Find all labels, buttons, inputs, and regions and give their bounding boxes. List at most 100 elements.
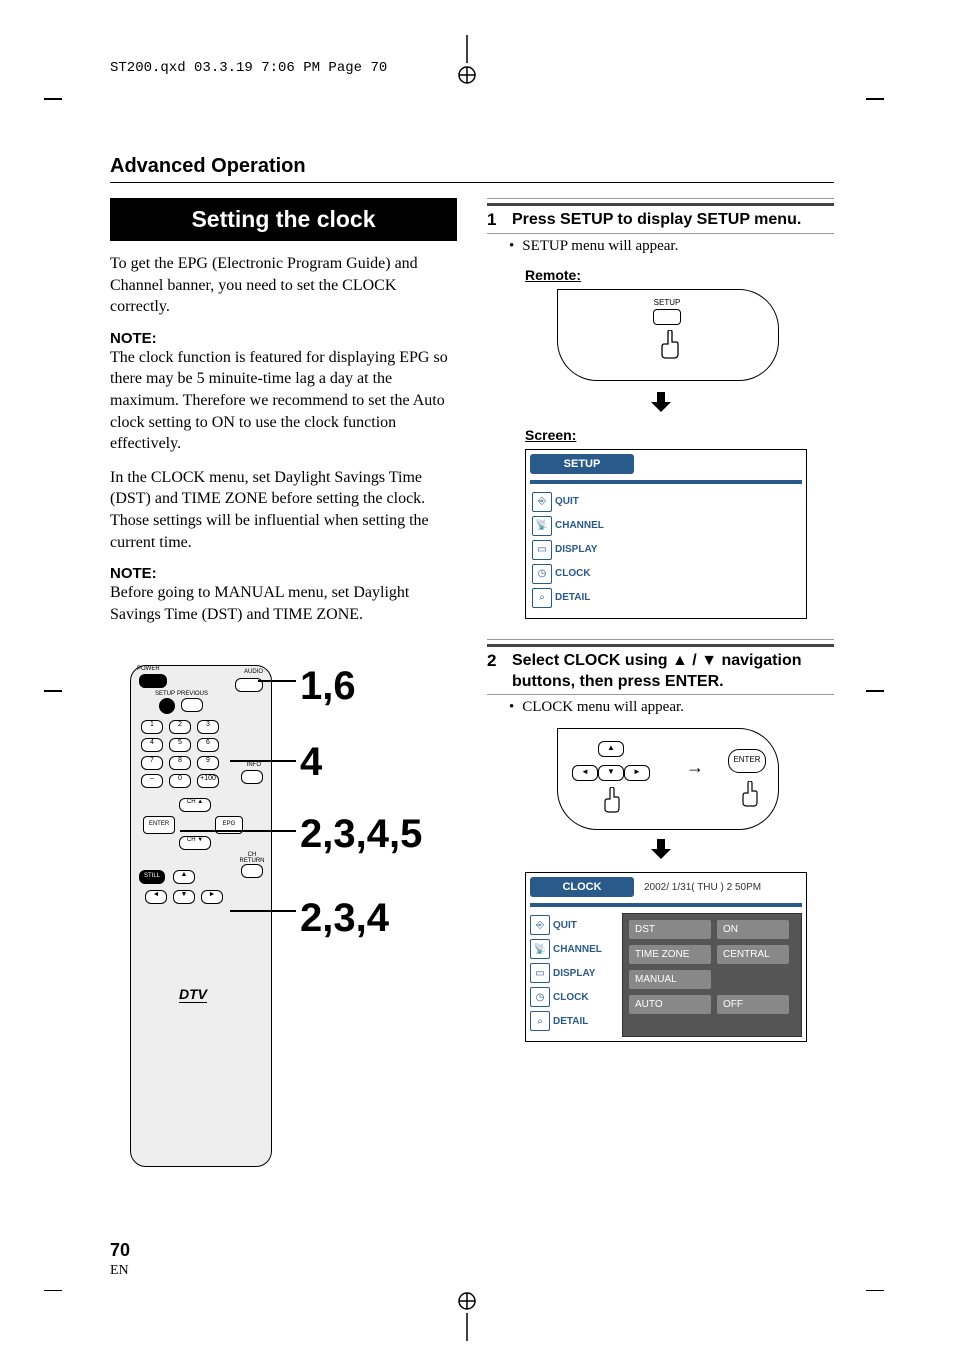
clock-menu-column: ⎆QUIT 📡CHANNEL ▭DISPLAY ◷CLOCK ⌕DETAIL — [526, 909, 622, 1041]
menu-item-quit: ⎆QUIT — [532, 492, 800, 512]
num-6: 6 — [197, 738, 219, 752]
previous-button — [181, 698, 203, 712]
ch-up: CH ▲ — [179, 798, 211, 812]
title-underline — [110, 182, 834, 183]
right-arrow-icon: → — [686, 757, 704, 778]
num-3: 3 — [197, 720, 219, 734]
intro-text: To get the EPG (Electronic Program Guide… — [110, 253, 457, 318]
dpad-down-btn: ▼ — [173, 890, 195, 904]
note2-body: Before going to MANUAL menu, set Dayligh… — [110, 582, 457, 625]
step2-bullet-text: CLOCK menu will appear. — [522, 699, 684, 716]
step2-text: Select CLOCK using ▲ / ▼ navigation butt… — [512, 651, 834, 693]
still-button: STILL — [139, 870, 165, 884]
setup-button-illus: SETUP — [653, 298, 681, 325]
section-title: Advanced Operation — [110, 155, 306, 178]
note1-body: The clock function is featured for displ… — [110, 347, 457, 455]
clock-row-timezone: TIME ZONECENTRAL — [629, 945, 795, 964]
dpad-down: ▼ — [598, 765, 624, 781]
num-2: 2 — [169, 720, 191, 734]
step1-text: Press SETUP to display SETUP menu. — [512, 210, 801, 231]
num-7: 7 — [141, 756, 163, 770]
step2-bullet: • CLOCK menu will appear. — [509, 699, 834, 716]
dpad-up-btn: ▲ — [173, 870, 195, 884]
num-5: 5 — [169, 738, 191, 752]
magnifier-icon: ⌕ — [532, 588, 552, 608]
note-label-2: NOTE: — [110, 565, 457, 582]
pointing-hand-icon — [658, 330, 682, 367]
step2-header: 2 Select CLOCK using ▲ / ▼ navigation bu… — [487, 639, 834, 696]
clock-row-manual: MANUAL — [629, 970, 795, 989]
screen-label: Screen: — [525, 427, 834, 443]
clock-row-auto: AUTOOFF — [629, 995, 795, 1014]
enter-button-illus: ENTER — [728, 749, 766, 773]
screen-tab-clock: CLOCK — [530, 877, 634, 897]
pointing-hand-icon — [740, 781, 760, 812]
remote-label: Remote: — [525, 267, 834, 283]
callout-1-6: 1,6 — [300, 664, 356, 709]
menu-item-quit: ⎆QUIT — [530, 915, 618, 935]
num-1: 1 — [141, 720, 163, 734]
step1-bullet-text: SETUP menu will appear. — [522, 238, 678, 255]
enter-button: ENTER — [143, 816, 175, 834]
setup-screen-mockup: SETUP ⎆QUIT 📡CHANNEL ▭DISPLAY ◷CLOCK ⌕DE… — [525, 449, 807, 619]
clock-header-text: 2002/ 1/31( THU ) 2 50PM — [644, 882, 761, 893]
ch-down: CH ▼ — [179, 836, 211, 850]
power-button — [139, 674, 167, 688]
full-remote-diagram: POWER AUDIO SETUP PREVIOUS 1 2 3 4 5 6 7… — [130, 665, 272, 1167]
power-label: POWER — [137, 666, 160, 672]
menu-item-channel: 📡CHANNEL — [532, 516, 800, 536]
step1-bullet: • SETUP menu will appear. — [509, 238, 834, 255]
menu-item-clock: ◷CLOCK — [532, 564, 800, 584]
menu-item-display: ▭DISPLAY — [530, 963, 618, 983]
menu-item-display: ▭DISPLAY — [532, 540, 800, 560]
dpad-right-btn: ► — [201, 890, 223, 904]
para2: In the CLOCK menu, set Daylight Savings … — [110, 467, 457, 553]
print-header: ST200.qxd 03.3.19 7:06 PM Page 70 — [110, 60, 387, 76]
page-lang: EN — [110, 1263, 129, 1279]
callout-line — [180, 830, 296, 832]
setup-button-shape — [653, 309, 681, 325]
menu-item-detail: ⌕DETAIL — [532, 588, 800, 608]
topic-banner: Setting the clock — [110, 198, 457, 241]
dpad-up: ▲ — [598, 741, 624, 757]
menu-item-detail: ⌕DETAIL — [530, 1011, 618, 1031]
crop-mark — [44, 98, 62, 100]
num-4: 4 — [141, 738, 163, 752]
screen-divider — [530, 480, 802, 484]
door-icon: ⎆ — [530, 915, 550, 935]
crop-mark — [866, 690, 884, 692]
callout-line — [230, 760, 296, 762]
antenna-icon: 📡 — [532, 516, 552, 536]
bullet-dot: • — [509, 699, 514, 716]
remote-illustration-1: SETUP — [557, 289, 779, 381]
magnifier-icon: ⌕ — [530, 1011, 550, 1031]
antenna-icon: 📡 — [530, 939, 550, 959]
dpad-left-btn: ◄ — [145, 890, 167, 904]
pointing-hand-icon — [602, 787, 622, 818]
num-plus100: +100 — [197, 774, 219, 788]
setup-menu-column: ⎆QUIT 📡CHANNEL ▭DISPLAY ◷CLOCK ⌕DETAIL — [526, 486, 806, 618]
screen-tab-setup: SETUP — [530, 454, 634, 474]
note-label: NOTE: — [110, 330, 457, 347]
step2-num: 2 — [487, 651, 502, 671]
dpad-left: ◄ — [572, 765, 598, 781]
menu-item-clock: ◷CLOCK — [530, 987, 618, 1007]
num-9: 9 — [197, 756, 219, 770]
bullet-dot: • — [509, 238, 514, 255]
num-0: 0 — [169, 774, 191, 788]
callout-4: 4 — [300, 740, 322, 785]
setup-button-label: SETUP — [653, 298, 681, 307]
clock-screen-body: ⎆QUIT 📡CHANNEL ▭DISPLAY ◷CLOCK ⌕DETAIL D… — [526, 909, 806, 1041]
clock-screen-mockup: CLOCK 2002/ 1/31( THU ) 2 50PM ⎆QUIT 📡CH… — [525, 872, 807, 1042]
clock-icon: ◷ — [530, 987, 550, 1007]
dtv-logo: DTV — [179, 986, 207, 1003]
crop-mark — [866, 1290, 884, 1292]
info-button — [241, 770, 263, 784]
page: ST200.qxd 03.3.19 7:06 PM Page 70 Advanc… — [0, 0, 954, 1351]
clock-settings-panel: DSTON TIME ZONECENTRAL MANUAL AUTOOFF — [622, 913, 802, 1037]
crop-mark — [44, 1290, 62, 1292]
audio-label: AUDIO — [244, 669, 263, 675]
previous-label: PREVIOUS — [177, 691, 208, 697]
callout-line — [230, 910, 296, 912]
setup-button — [159, 698, 175, 714]
